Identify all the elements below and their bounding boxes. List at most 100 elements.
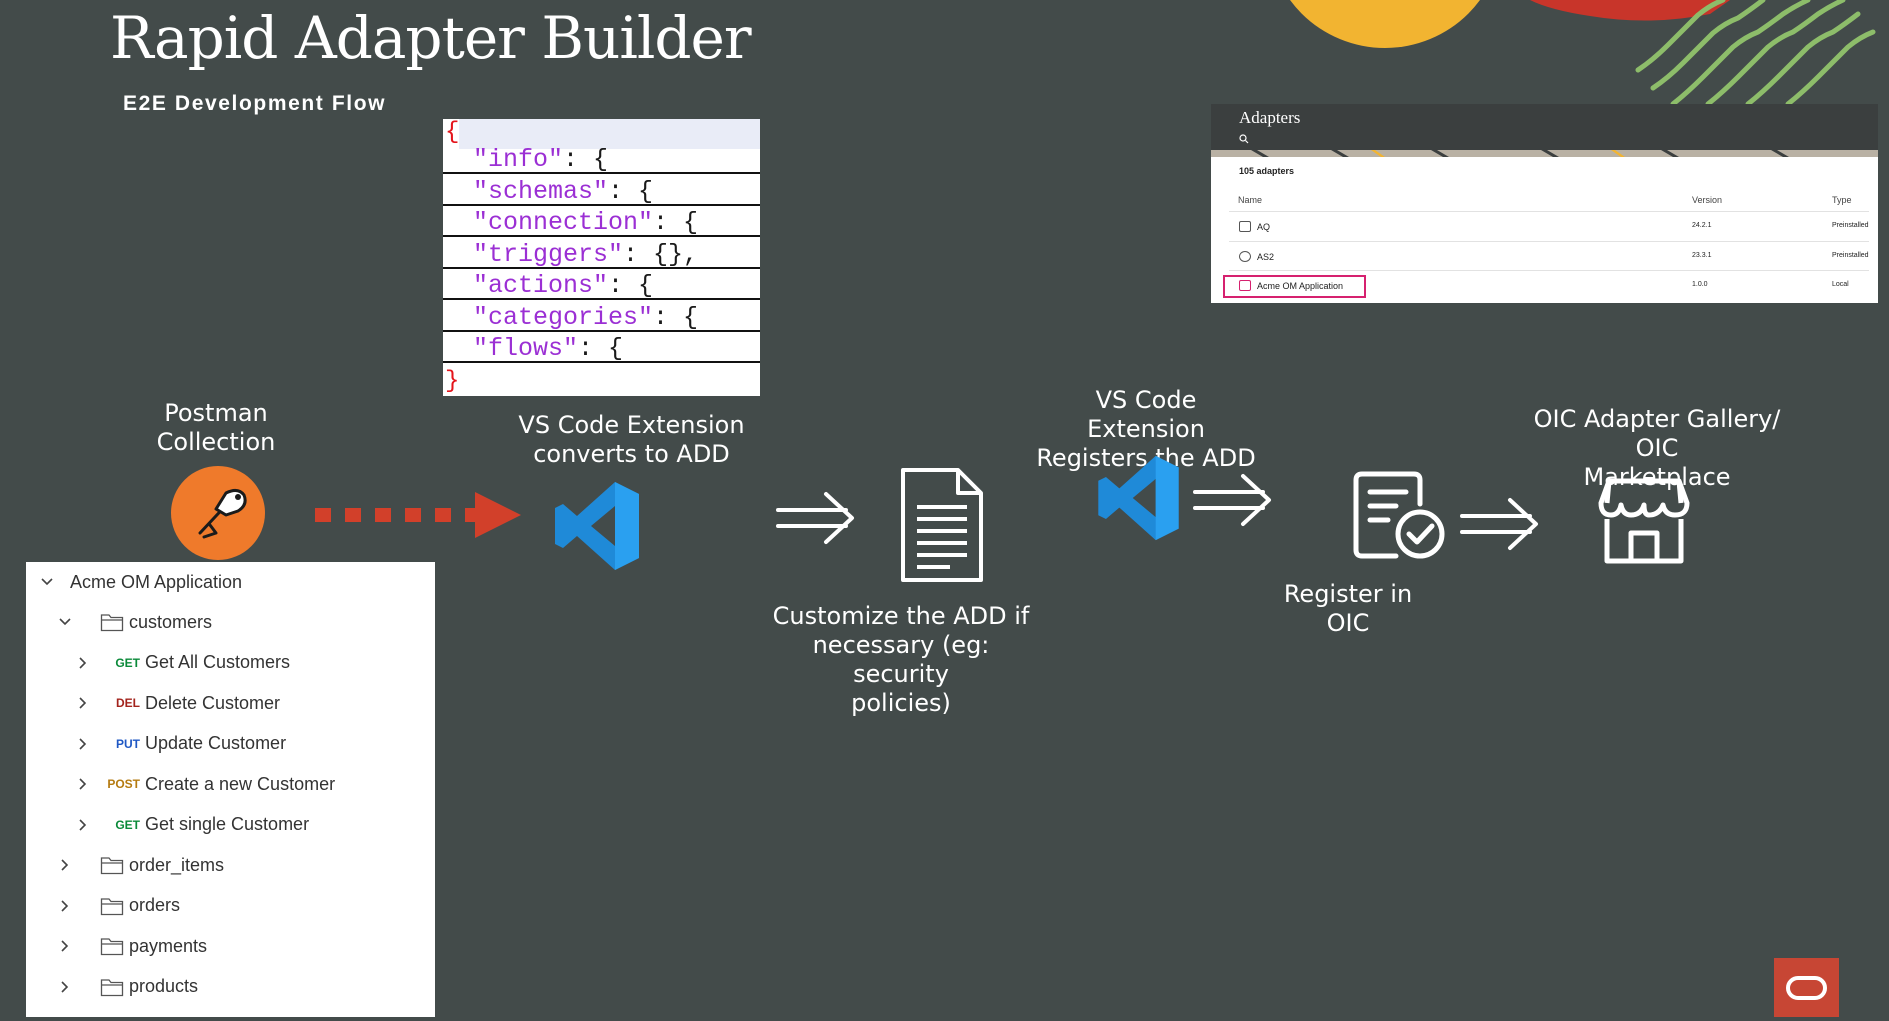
- folder-row[interactable]: products: [26, 967, 435, 1007]
- json-line: "info": {: [443, 145, 760, 174]
- folder-row[interactable]: order_items: [26, 845, 435, 885]
- collection-root-label: Acme OM Application: [70, 571, 243, 592]
- folder-row[interactable]: orders: [26, 886, 435, 926]
- row-divider: [1229, 211, 1869, 212]
- postman-logo-icon: [171, 466, 265, 560]
- chevron-right-icon[interactable]: [58, 858, 72, 872]
- chevron-right-icon[interactable]: [76, 656, 90, 670]
- json-line: "connection": {: [443, 208, 760, 237]
- adapter-icon: [1239, 221, 1251, 232]
- json-value: : {},: [623, 239, 699, 269]
- page-title: Rapid Adapter Builder: [110, 4, 752, 72]
- adapter-count: 105 adapters: [1239, 166, 1295, 176]
- collection-root[interactable]: Acme OM Application: [26, 562, 435, 602]
- dotted-arrow-icon: [315, 492, 521, 538]
- postman-collection-tree: Acme OM Application customers GET Get All …: [26, 562, 435, 1017]
- http-method-badge: POST: [107, 777, 140, 791]
- folder-row[interactable]: customers: [26, 602, 435, 642]
- column-header[interactable]: Type: [1832, 195, 1852, 205]
- json-key: "schemas": [473, 176, 609, 206]
- request-row[interactable]: GET Get single Customer: [26, 805, 435, 845]
- json-value: : {: [653, 302, 699, 332]
- storefront-icon: [1598, 478, 1690, 564]
- folder-icon: [100, 897, 124, 915]
- folder-label: orders: [129, 895, 181, 915]
- folder-label: order_items: [129, 854, 225, 875]
- http-method-badge: PUT: [116, 736, 140, 751]
- folder-icon: [100, 938, 124, 956]
- request-label: Get All Customers: [145, 652, 291, 672]
- json-close-brace: }: [445, 368, 460, 395]
- column-header[interactable]: Version: [1692, 195, 1722, 205]
- oracle-logo-icon: [1786, 976, 1827, 1000]
- highlight-box: [1223, 275, 1366, 298]
- json-key: "actions": [473, 271, 609, 300]
- request-label: Delete Customer: [145, 692, 281, 713]
- request-row[interactable]: DEL Delete Customer: [26, 683, 435, 723]
- decorative-banner-strip: [1211, 150, 1878, 157]
- adapter-name[interactable]: AQ: [1257, 222, 1270, 232]
- folder-label: customers: [129, 611, 213, 632]
- folder-row[interactable]: payments: [26, 926, 435, 966]
- json-line: "actions": {: [443, 271, 760, 300]
- request-label: Update Customer: [145, 733, 287, 753]
- adapters-heading: Adapters: [1239, 108, 1301, 127]
- request-row[interactable]: PUT Update Customer: [26, 724, 435, 764]
- json-key: "info": [473, 145, 564, 174]
- oracle-logo: [1774, 958, 1839, 1017]
- chevron-right-icon[interactable]: [58, 899, 72, 913]
- http-method-badge: GET: [115, 817, 140, 832]
- vscode-convert-label: VS Code Extension converts to ADD: [518, 411, 745, 468]
- request-row[interactable]: POST Create a new Customer: [26, 764, 435, 804]
- json-value: : {: [578, 334, 624, 363]
- chevron-right-icon[interactable]: [76, 696, 90, 710]
- request-row[interactable]: GET Get All Customers: [26, 643, 435, 683]
- chevron-down-icon[interactable]: [40, 575, 54, 589]
- adapter-icon: [1239, 250, 1251, 262]
- request-label: Get single Customer: [145, 814, 310, 834]
- json-value: : {: [653, 208, 699, 237]
- json-key: "categories": [473, 302, 654, 332]
- vscode-logo-icon: [555, 482, 639, 570]
- adapter-version: 24.2.1: [1692, 222, 1712, 229]
- register-oic-label: Register in OIC: [1283, 580, 1413, 637]
- json-value: : {: [608, 176, 654, 206]
- adapter-type: Preinstalled: [1832, 251, 1869, 259]
- json-key: "flows": [473, 334, 579, 363]
- http-method-badge: GET: [115, 655, 140, 670]
- folder-label: payments: [129, 935, 208, 956]
- double-arrow-icon: [1193, 474, 1271, 526]
- http-method-badge: DEL: [116, 696, 140, 710]
- row-divider: [1229, 270, 1869, 271]
- chevron-right-icon[interactable]: [58, 980, 72, 994]
- certificate-check-icon: [1353, 471, 1445, 559]
- json-key: "triggers": [473, 239, 624, 269]
- chevron-down-icon[interactable]: [58, 615, 72, 629]
- json-line: "categories": {: [443, 303, 760, 332]
- json-key: "connection": [473, 208, 654, 237]
- folder-icon: [100, 978, 124, 996]
- json-line: "flows": {: [443, 334, 760, 363]
- adapter-type: Preinstalled: [1832, 222, 1869, 229]
- folder-icon: [100, 614, 124, 632]
- decorative-green-waves: [1635, 0, 1876, 104]
- double-arrow-icon: [1460, 498, 1538, 550]
- json-line: "triggers": {},: [443, 240, 760, 269]
- json-line: "schemas": {: [443, 177, 760, 206]
- chevron-right-icon[interactable]: [76, 818, 90, 832]
- column-header[interactable]: Name: [1238, 195, 1262, 205]
- chevron-right-icon[interactable]: [76, 777, 90, 791]
- oic-adapters-panel: Adapters 105 adapters Name Version Type AQ…: [1211, 104, 1878, 303]
- adapter-version: 1.0.0: [1692, 281, 1708, 288]
- search-icon[interactable]: [1239, 134, 1249, 144]
- adapter-name[interactable]: AS2: [1257, 252, 1274, 262]
- adapter-version: 23.3.1: [1692, 251, 1712, 259]
- folder-label: products: [129, 976, 199, 996]
- folder-icon: [100, 857, 124, 875]
- add-json-snippet: { "info": { "schemas": { "connection": {…: [443, 119, 760, 396]
- chevron-right-icon[interactable]: [58, 939, 72, 953]
- document-icon: [901, 468, 983, 582]
- double-arrow-icon: [776, 492, 854, 544]
- chevron-right-icon[interactable]: [76, 737, 90, 751]
- customize-add-label: Customize the ADD if necessary (eg: secu…: [772, 602, 1030, 717]
